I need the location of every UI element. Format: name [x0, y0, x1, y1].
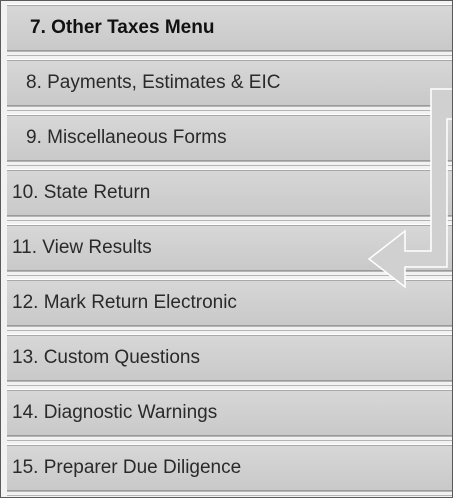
menu-item-label: 12. Mark Return Electronic [12, 292, 237, 313]
menu-item-label: 14. Diagnostic Warnings [12, 402, 218, 423]
menu-item-label: 15. Preparer Due Diligence [12, 457, 242, 478]
menu-item-label: 10. State Return [12, 182, 151, 203]
menu-item-miscellaneous-forms[interactable]: 9. Miscellaneous Forms [7, 115, 452, 166]
menu-item-label: 9. Miscellaneous Forms [26, 127, 227, 148]
menu-item-diagnostic-warnings[interactable]: 14. Diagnostic Warnings [7, 390, 452, 441]
menu-item-label: 13. Custom Questions [12, 347, 200, 368]
tax-menu: 7. Other Taxes Menu 8. Payments, Estimat… [7, 5, 452, 497]
menu-item-mark-return-electronic[interactable]: 12. Mark Return Electronic [7, 280, 452, 331]
menu-item-label: 7. Other Taxes Menu [30, 17, 215, 38]
menu-item-state-return[interactable]: 10. State Return [7, 170, 452, 221]
menu-item-view-results[interactable]: 11. View Results [7, 225, 452, 276]
menu-item-label: 8. Payments, Estimates & EIC [26, 72, 281, 93]
menu-item-custom-questions[interactable]: 13. Custom Questions [7, 335, 452, 386]
menu-item-payments-estimates-eic[interactable]: 8. Payments, Estimates & EIC [7, 60, 452, 111]
tax-menu-panel: 7. Other Taxes Menu 8. Payments, Estimat… [0, 0, 453, 498]
menu-item-preparer-due-diligence[interactable]: 15. Preparer Due Diligence [7, 445, 452, 496]
menu-item-label: 11. View Results [12, 237, 152, 258]
menu-item-other-taxes[interactable]: 7. Other Taxes Menu [7, 5, 452, 56]
